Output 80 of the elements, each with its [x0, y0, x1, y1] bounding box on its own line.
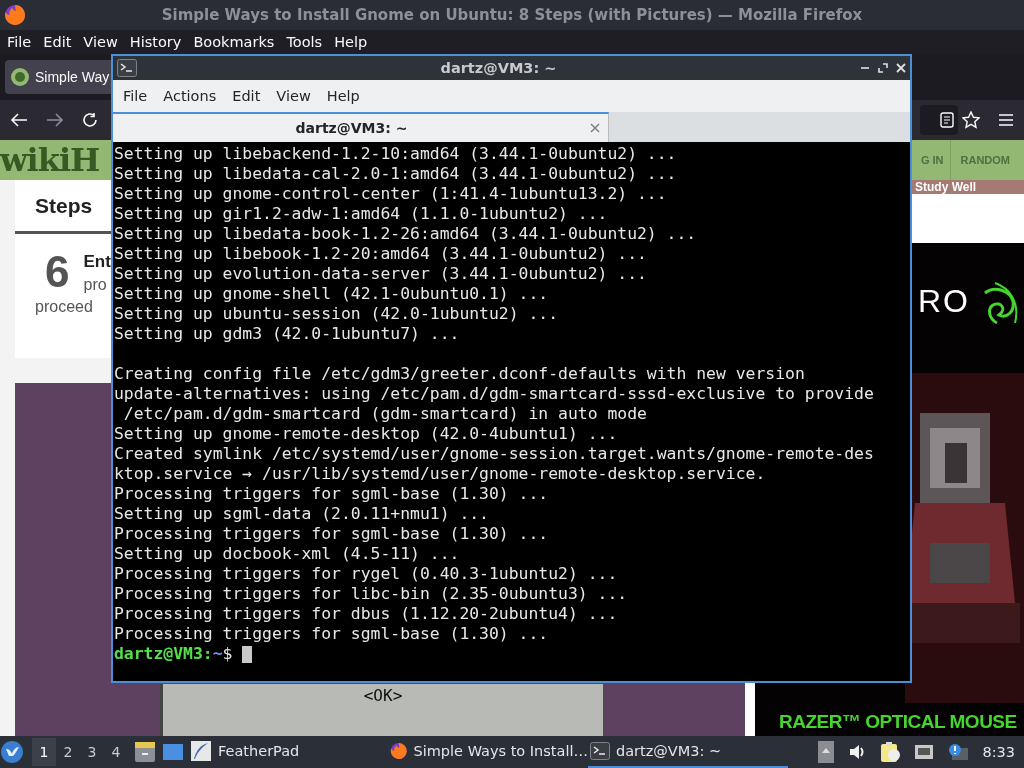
workspace-button[interactable]: 2 — [56, 738, 80, 766]
terminal-line: Setting up evolution-data-server (3.44.1-0ubuntu2) ... — [114, 264, 648, 284]
desktop-icon[interactable] — [162, 742, 184, 762]
step-title: Ent — [83, 252, 111, 272]
reader-icon[interactable] — [940, 112, 954, 128]
terminal-line: Created symlink /etc/systemd/user/gnome-session.target.wants/gnome-remote-des — [114, 444, 875, 464]
prompt: dartz@VM3:~$ — [114, 644, 233, 664]
terminal-line: Setting up gnome-shell (42.1-0ubuntu0.1) ... — [114, 284, 550, 304]
terminal-line: /etc/pam.d/gdm-smartcard (gdm-smartcard) in auto mode — [122, 404, 648, 424]
window-title: Simple Ways to Install Gnome on Ubuntu: 8 Steps (with Pictures) — Mozilla Firefox — [160, 6, 864, 24]
clock: 8:33 — [982, 744, 1015, 760]
terminal-line: Setting up libedata-cal-2.0-1:amd64 (3.44.1-0ubuntu2) ... — [114, 164, 678, 184]
featherpad-icon — [190, 740, 212, 762]
terminal-line: Processing triggers for libc-bin (2.35-0ubuntu3) ... — [114, 584, 629, 604]
terminal-line: Processing triggers for dbus (1.12.20-2ubuntu4) ... — [114, 604, 619, 624]
notification-icon[interactable] — [948, 743, 969, 761]
menu-item[interactable]: File — [115, 88, 156, 104]
terminal-line: Processing triggers for sgml-base (1.30) ... — [114, 484, 550, 504]
step-text: proceed — [35, 298, 93, 316]
terminal-line: Processing triggers for sgml-base (1.30) ... — [114, 624, 550, 644]
workspace-button[interactable]: 4 — [104, 738, 128, 766]
terminal-icon — [590, 742, 610, 760]
step-number: 6 — [45, 250, 70, 294]
window-title: dartz@VM3: ~ — [439, 60, 558, 76]
menu-item[interactable]: History — [123, 34, 188, 50]
menu-item[interactable]: Actions — [155, 88, 225, 104]
file-cabinet-icon[interactable] — [134, 741, 156, 763]
menu-item[interactable]: Help — [318, 88, 368, 104]
menu-item[interactable]: Tools — [280, 34, 329, 50]
terminal-line: Setting up libebackend-1.2-10:amd64 (3.44.1-0ubuntu2) ... — [114, 144, 678, 164]
site-logo[interactable]: wikiH — [0, 141, 100, 179]
terminal-tab[interactable]: dartz@VM3: ~ — [113, 112, 609, 142]
terminal-line: Setting up libebook-1.2-20:amd64 (3.44.1-0ubuntu2) ... — [114, 244, 648, 264]
terminal-line: Setting up libedata-book-1.2-26:amd64 (3.44.1-0ubuntu2) ... — [114, 224, 698, 244]
terminal-line: Processing triggers for sgml-base (1.30) ... — [114, 524, 550, 544]
terminal-line: Creating config file /etc/gdm3/greeter.dconf-defaults with new version — [114, 364, 806, 384]
menu-item[interactable]: Help — [328, 34, 374, 50]
firefox-icon — [4, 4, 26, 26]
clipboard-icon[interactable] — [880, 741, 901, 763]
address-field[interactable] — [920, 105, 958, 135]
menu-item[interactable]: Bookmarks — [187, 34, 281, 50]
ad-text: RO — [918, 283, 970, 320]
start-menu-icon[interactable] — [0, 740, 24, 764]
terminal-line: Setting up gdm3 (42.0-1ubuntu7) ... — [114, 324, 461, 344]
forward-icon[interactable] — [46, 112, 64, 128]
menu-item[interactable]: View — [268, 88, 319, 104]
firefox-icon — [390, 740, 408, 762]
ad-caption: RAZER™ OPTICAL MOUSE — [779, 711, 1017, 733]
terminal-line: ktop.service → /usr/lib/systemd/user/gnome-remote-desktop.service. — [114, 464, 767, 484]
reload-icon[interactable] — [82, 112, 98, 128]
terminal-line: Processing triggers for rygel (0.40.3-1ubuntu2) ... — [114, 564, 619, 584]
terminal-line: Setting up ubuntu-session (42.0-1ubuntu2) ... — [114, 304, 560, 324]
site-icon — [10, 67, 30, 87]
workspace-button[interactable]: 1 — [32, 738, 56, 766]
terminal-line: Setting up gnome-control-center (1:41.4-1ubuntu13.2) ... — [114, 184, 668, 204]
ok-button[interactable]: <OK> — [363, 686, 403, 705]
network-icon[interactable] — [914, 744, 935, 760]
terminal-line: Setting up gnome-remote-desktop (42.0-4ubuntu1) ... — [114, 424, 619, 444]
menu-icon[interactable] — [998, 113, 1014, 127]
star-icon[interactable] — [962, 111, 980, 129]
menu-item[interactable]: View — [77, 34, 124, 50]
workspace-button[interactable]: 3 — [80, 738, 104, 766]
terminal-icon — [117, 59, 137, 77]
menu-item[interactable]: File — [1, 34, 38, 50]
maximize-icon[interactable] — [878, 63, 888, 73]
text-cursor — [242, 645, 253, 663]
browser-tab[interactable]: Simple Way — [5, 60, 111, 94]
eject-icon[interactable] — [818, 741, 835, 763]
task-button[interactable]: FeatherPad — [188, 736, 388, 768]
terminal-line: Setting up gir1.2-adw-1:amd64 (1.1.0-1ubuntu2) ... — [114, 204, 609, 224]
task-button[interactable]: Simple Ways to Install… — [388, 736, 588, 768]
menu-item[interactable]: Edit — [37, 34, 78, 50]
task-button[interactable]: dartz@VM3: ~ — [588, 736, 788, 768]
menu-item[interactable]: Edit — [224, 88, 269, 104]
section-heading: Steps — [35, 194, 93, 219]
back-icon[interactable] — [10, 112, 28, 128]
terminal-line: update-alternatives: using /etc/pam.d/gdm-smartcard-sssd-exclusive to provide — [114, 384, 875, 404]
terminal-line: Setting up docbook-xml (4.5-11) ... — [114, 544, 461, 564]
terminal-line: Setting up sgml-data (2.0.11+nmu1) ... — [114, 504, 490, 524]
step-text: pro — [83, 276, 108, 294]
